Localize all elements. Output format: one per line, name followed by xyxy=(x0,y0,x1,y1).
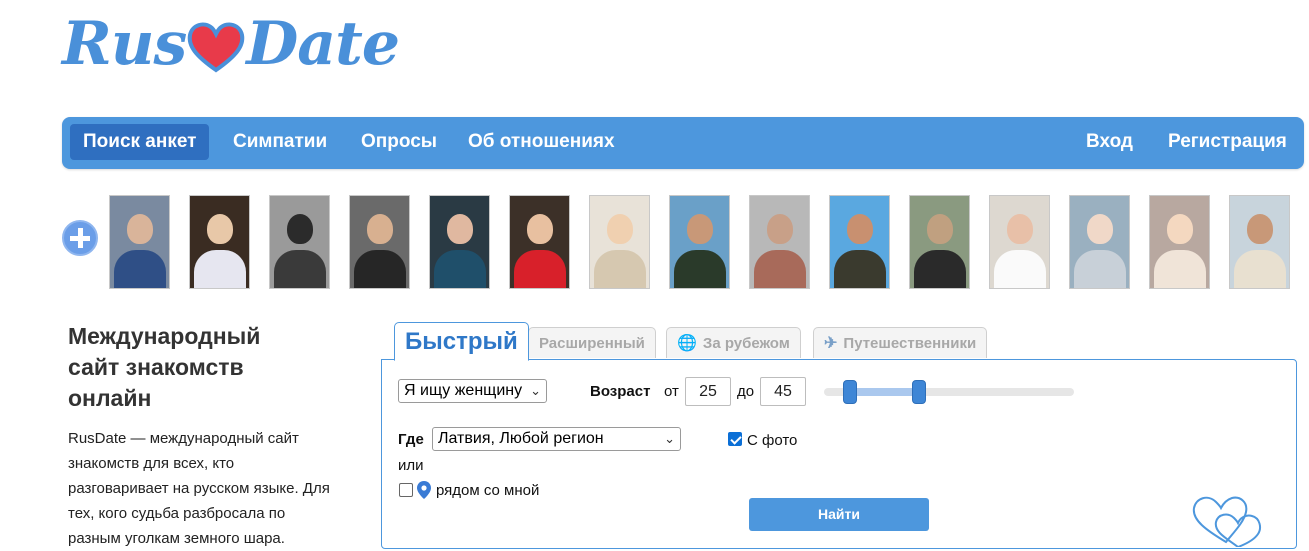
tab-travelers-label: Путешественники xyxy=(843,335,977,352)
profile-photo[interactable] xyxy=(109,195,170,289)
logo-text-left: Rus xyxy=(62,9,187,79)
site-logo[interactable]: Rus Date xyxy=(62,4,400,84)
nav-relationships[interactable]: Об отношениях xyxy=(455,124,628,160)
tab-abroad-label: За рубежом xyxy=(702,335,790,352)
profile-photo[interactable] xyxy=(1229,195,1290,289)
near-me-checkbox[interactable] xyxy=(399,483,413,497)
profile-photo[interactable] xyxy=(1149,195,1210,289)
nav-register[interactable]: Регистрация xyxy=(1155,124,1300,160)
main-nav: Поиск анкет Симпатии Опросы Об отношения… xyxy=(62,117,1304,169)
age-label: Возраст xyxy=(590,383,651,400)
age-slider-max-handle[interactable] xyxy=(912,380,926,404)
globe-icon: 🌐 xyxy=(677,335,697,352)
decorative-hearts-icon xyxy=(1192,496,1261,547)
near-me-label: рядом со мной xyxy=(436,482,540,499)
plus-circle-icon[interactable] xyxy=(62,220,98,256)
profile-photo[interactable] xyxy=(349,195,410,289)
nav-polls[interactable]: Опросы xyxy=(348,124,450,160)
age-to-input[interactable]: 45 xyxy=(760,377,806,406)
chevron-down-icon: ⌄ xyxy=(664,431,675,446)
looking-for-select[interactable]: Я ищу женщину ⌄ xyxy=(398,379,547,403)
where-label: Где xyxy=(398,431,424,448)
profile-photo[interactable] xyxy=(829,195,890,289)
age-slider-min-handle[interactable] xyxy=(843,380,857,404)
looking-for-value: Я ищу женщину xyxy=(404,382,523,399)
profile-photo[interactable] xyxy=(429,195,490,289)
profile-photo[interactable] xyxy=(589,195,650,289)
profile-photo[interactable] xyxy=(269,195,330,289)
find-button[interactable]: Найти xyxy=(749,498,929,531)
age-slider-range xyxy=(850,388,919,396)
profile-photo[interactable] xyxy=(989,195,1050,289)
tab-travelers[interactable]: ✈ Путешественники xyxy=(813,327,988,358)
intro-text: RusDate — международный сайт знакомств д… xyxy=(68,430,330,547)
with-photo-label: С фото xyxy=(747,432,798,449)
or-label: или xyxy=(398,457,424,474)
location-select[interactable]: Латвия, Любой регион ⌄ xyxy=(432,427,681,451)
nav-likes[interactable]: Симпатии xyxy=(220,124,340,160)
profile-photo[interactable] xyxy=(189,195,250,289)
age-to-label: до xyxy=(737,383,755,400)
profile-photo[interactable] xyxy=(669,195,730,289)
tab-abroad[interactable]: 🌐 За рубежом xyxy=(666,327,801,358)
profile-photo[interactable] xyxy=(509,195,570,289)
profile-photo[interactable] xyxy=(749,195,810,289)
plane-icon: ✈ xyxy=(824,335,838,352)
logo-text-right: Date xyxy=(246,9,400,79)
nav-search-profiles[interactable]: Поиск анкет xyxy=(70,124,210,160)
age-from-input[interactable]: 25 xyxy=(685,377,731,406)
intro-title: Международный сайт знакомств онлайн xyxy=(68,323,261,411)
heart-icon xyxy=(187,22,245,73)
age-from-label: от xyxy=(664,383,679,400)
profile-photo[interactable] xyxy=(1069,195,1130,289)
location-pin-icon xyxy=(417,481,431,499)
with-photo-checkbox[interactable] xyxy=(728,432,742,446)
profile-photo[interactable] xyxy=(909,195,970,289)
tab-advanced[interactable]: Расширенный xyxy=(528,327,656,358)
tab-quick[interactable]: Быстрый xyxy=(394,322,529,361)
chevron-down-icon: ⌄ xyxy=(530,383,541,398)
location-value: Латвия, Любой регион xyxy=(438,430,604,447)
nav-login[interactable]: Вход xyxy=(1073,124,1146,160)
